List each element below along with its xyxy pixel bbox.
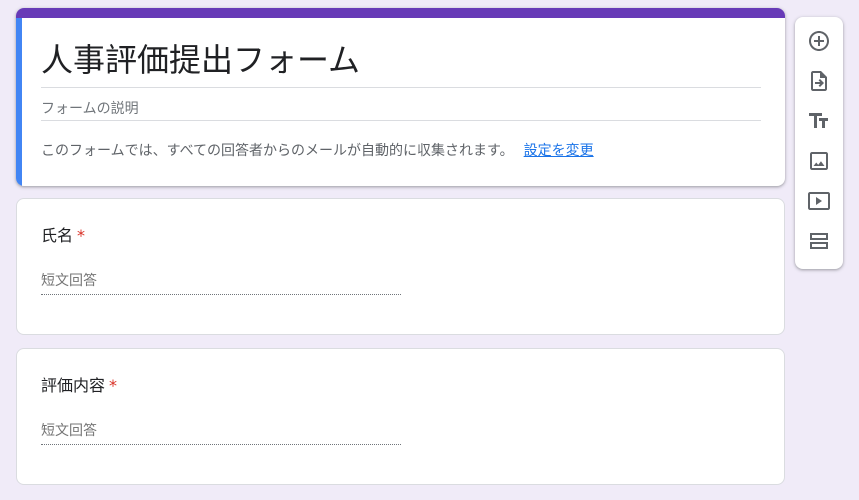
floating-toolbar	[795, 17, 843, 269]
form-header-card[interactable]: 人事評価提出フォーム フォームの説明 このフォームでは、すべての回答者からのメー…	[16, 8, 785, 186]
active-card-indicator	[16, 18, 22, 186]
add-video-button[interactable]	[803, 187, 835, 219]
question-title-text: 氏名	[41, 226, 74, 245]
required-asterisk: *	[77, 226, 86, 245]
add-image-icon	[807, 149, 831, 177]
form-description-field[interactable]: フォームの説明	[41, 99, 139, 119]
question-title: 氏名 *	[41, 224, 85, 248]
short-answer-input[interactable]	[41, 417, 401, 445]
add-video-icon	[807, 189, 831, 217]
question-card-name[interactable]: 氏名 *	[16, 198, 785, 335]
add-section-icon	[807, 229, 831, 257]
email-collection-text: このフォームでは、すべての回答者からのメールが自動的に収集されます。	[41, 143, 514, 159]
question-title-text: 評価内容	[41, 376, 106, 395]
description-underline	[41, 120, 761, 121]
short-answer-input[interactable]	[41, 267, 401, 295]
import-questions-icon	[807, 69, 831, 97]
add-section-button[interactable]	[803, 227, 835, 259]
add-title-button[interactable]	[803, 107, 835, 139]
import-questions-button[interactable]	[803, 67, 835, 99]
question-card-evaluation[interactable]: 評価内容 *	[16, 348, 785, 485]
add-question-button[interactable]	[803, 27, 835, 59]
required-asterisk: *	[109, 376, 118, 395]
add-title-icon	[807, 109, 831, 137]
add-question-icon	[807, 29, 831, 57]
change-settings-link[interactable]: 設定を変更	[524, 143, 594, 159]
add-image-button[interactable]	[803, 147, 835, 179]
question-title: 評価内容 *	[41, 374, 117, 398]
form-theme-bar	[16, 8, 785, 18]
title-underline	[41, 87, 761, 88]
form-title[interactable]: 人事評価提出フォーム	[41, 40, 360, 80]
email-collection-notice: このフォームでは、すべての回答者からのメールが自動的に収集されます。 設定を変更	[41, 141, 594, 161]
